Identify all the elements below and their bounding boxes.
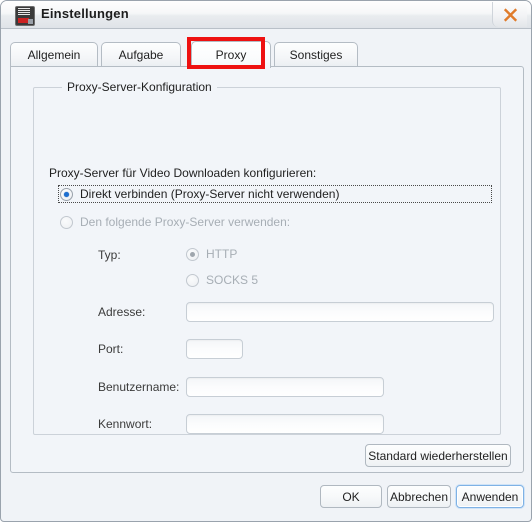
- password-input[interactable]: [186, 414, 384, 434]
- proxy-lead-label: Proxy-Server für Video Downloaden konfig…: [49, 166, 317, 180]
- radio-use-proxy-server[interactable]: Den folgende Proxy-Server verwenden:: [60, 215, 290, 229]
- port-input[interactable]: [186, 339, 243, 359]
- username-label: Benutzername:: [98, 380, 180, 394]
- address-input[interactable]: [186, 302, 494, 322]
- radio-type-socks5-label: SOCKS 5: [206, 273, 259, 287]
- tab-proxy-label: Proxy: [215, 48, 247, 62]
- groupbox-title: Proxy-Server-Konfiguration: [62, 80, 217, 94]
- cancel-button[interactable]: Abbrechen: [387, 485, 451, 508]
- tab-allgemein-label: Allgemein: [27, 48, 81, 62]
- ok-label: OK: [342, 489, 360, 504]
- tab-strip: Allgemein Aufgabe Proxy Sonstiges: [10, 41, 524, 68]
- radio-direct-connect[interactable]: Direkt verbinden (Proxy-Server nicht ver…: [58, 185, 492, 203]
- radio-type-socks5[interactable]: SOCKS 5: [186, 273, 258, 287]
- radio-use-proxy-server-label: Den folgende Proxy-Server verwenden:: [80, 215, 291, 229]
- restore-defaults-label: Standard wiederherstellen: [368, 448, 508, 463]
- radio-type-http-mark: [186, 247, 199, 261]
- window-title: Einstellungen: [41, 6, 129, 21]
- radio-use-proxy-server-mark: [60, 215, 73, 229]
- tab-sonstiges-label: Sonstiges: [289, 48, 343, 62]
- tab-aufgabe-label: Aufgabe: [118, 48, 164, 62]
- restore-defaults-button[interactable]: Standard wiederherstellen: [365, 444, 511, 467]
- radio-type-http-label: HTTP: [206, 247, 238, 261]
- apply-button[interactable]: Anwenden: [456, 485, 524, 508]
- username-input[interactable]: [186, 377, 384, 397]
- close-button[interactable]: [492, 2, 527, 27]
- tab-sonstiges[interactable]: Sonstiges: [274, 42, 358, 67]
- title-bar: Einstellungen: [1, 1, 531, 29]
- radio-type-http[interactable]: HTTP: [186, 247, 237, 261]
- tab-proxy[interactable]: Proxy: [191, 41, 271, 68]
- address-label: Adresse:: [98, 305, 146, 319]
- password-label: Kennwort:: [98, 417, 153, 431]
- radio-direct-connect-mark: [60, 187, 73, 201]
- cancel-label: Abbrechen: [389, 489, 449, 504]
- close-x-icon: [503, 8, 517, 22]
- radio-direct-connect-label: Direkt verbinden (Proxy-Server nicht ver…: [80, 187, 340, 201]
- app-icon: [15, 6, 35, 26]
- tab-allgemein[interactable]: Allgemein: [10, 42, 98, 67]
- radio-type-socks5-mark: [186, 273, 199, 287]
- tab-content-panel: Proxy-Server-Konfiguration Proxy-Server …: [10, 66, 524, 473]
- proxy-type-label: Typ:: [98, 248, 121, 262]
- port-label: Port:: [98, 342, 124, 356]
- apply-label: Anwenden: [461, 489, 519, 504]
- settings-dialog-window: Einstellungen Allgemein Aufgabe Proxy So…: [0, 0, 532, 522]
- ok-button[interactable]: OK: [320, 485, 382, 508]
- tab-aufgabe[interactable]: Aufgabe: [101, 42, 181, 67]
